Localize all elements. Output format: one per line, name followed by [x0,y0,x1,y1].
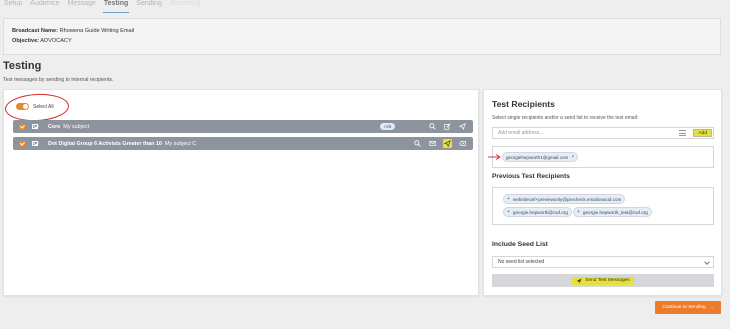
objective-label: Objective: [12,38,40,44]
message-name: Core [48,123,61,130]
select-all-toggle[interactable]: Select All [16,103,54,110]
continue-label: Continue to Sending [662,305,706,310]
delete-icon[interactable] [458,139,467,148]
chevron-down-icon [704,259,710,265]
toggle-switch[interactable] [16,103,29,110]
edit-icon[interactable] [443,122,452,131]
broadcast-name-value: Rhowena Guide Writing Email [59,28,135,34]
test-recipients-panel: Test Recipients Select single recipients… [483,89,722,296]
messages-panel: Select All Core My subject A/B Dot Digit… [3,89,479,296]
plus-icon: + [577,209,580,215]
tab-sending[interactable]: Sending [132,0,166,10]
send-test-messages-button[interactable]: Send Test Messages [492,274,714,287]
search-icon[interactable] [428,122,437,131]
previous-recipient-email: georgie.hepworth@cwf.org [512,209,568,215]
email-field[interactable]: Add [492,127,714,139]
objective-value: ADVOCACY [40,38,72,44]
selected-recipients: georgiehepworth1@gmail.com × [488,146,714,168]
checkbox-icon[interactable] [19,140,25,147]
checkbox-icon[interactable] [19,123,25,130]
message-row[interactable]: Core My subject A/B [13,120,473,133]
tab-message[interactable]: Message [64,0,100,10]
mail-icon[interactable] [428,139,437,148]
recipient-chip[interactable]: georgiehepworth1@gmail.com × [502,152,579,162]
tab-setup[interactable]: Setup [0,0,26,10]
previous-recipient-email: websitecwf+previewonly@precheck.emailona… [512,196,622,202]
continue-to-sending-button[interactable]: Continue to Sending → [655,301,721,314]
step-tabs: Setup Audience Message Testing Sending R… [0,0,204,13]
tab-reporting[interactable]: Reporting [166,0,204,10]
message-subject: My subject [63,123,90,130]
send-icon [576,278,582,283]
seed-list-title: Include Seed List [492,241,548,248]
message-row[interactable]: Dot Digital Group 6 Activists Greater th… [13,137,473,150]
list-icon[interactable] [679,130,686,136]
previous-recipient-chip[interactable]: + websitecwf+previewonly@precheck.emailo… [503,194,626,204]
mail-icon [32,141,38,146]
email-input[interactable] [498,130,668,136]
select-all-label: Select All [33,103,54,110]
mail-icon [32,124,38,129]
search-icon[interactable] [413,139,422,148]
previous-recipient-chip[interactable]: + georgie.hepworth_test@cwf.org [573,207,652,217]
broadcast-name-label: Broadcast Name: [12,28,59,34]
ab-badge: A/B [380,123,396,130]
page-title: Testing [3,60,42,72]
test-recipients-title: Test Recipients [492,99,555,109]
arrow-right-icon: → [708,305,714,310]
previous-recipients-box: + websitecwf+previewonly@precheck.emailo… [492,187,714,225]
send-icon[interactable] [443,139,452,148]
page-subtitle: Test messages by sending to internal rec… [3,77,114,83]
test-recipients-description: Select single recipients and/or a seed l… [492,115,639,121]
plus-icon: + [507,196,510,202]
tab-audience[interactable]: Audience [26,0,63,10]
close-icon[interactable]: × [571,154,574,160]
red-arrow-annotation [488,154,501,160]
plus-icon: + [507,209,510,215]
tab-testing[interactable]: Testing [100,0,132,13]
recipient-email: georgiehepworth1@gmail.com [506,154,569,160]
seed-list-select[interactable]: No seed list selected [492,256,714,268]
previous-recipient-chip[interactable]: + georgie.hepworth@cwf.org [503,207,572,217]
send-label: Send Test Messages [585,278,630,283]
add-button[interactable]: Add [693,129,712,137]
previous-recipient-email: georgie.hepworth_test@cwf.org [582,209,648,215]
broadcast-info: Broadcast Name: Rhowena Guide Writing Em… [3,18,721,55]
message-name: Dot Digital Group 6 Activists Greater th… [48,140,162,147]
previous-recipients-title: Previous Test Recipients [492,173,570,180]
message-subject: My subject C [164,140,197,147]
seed-list-value: No seed list selected [498,259,545,265]
send-icon[interactable] [458,122,467,131]
